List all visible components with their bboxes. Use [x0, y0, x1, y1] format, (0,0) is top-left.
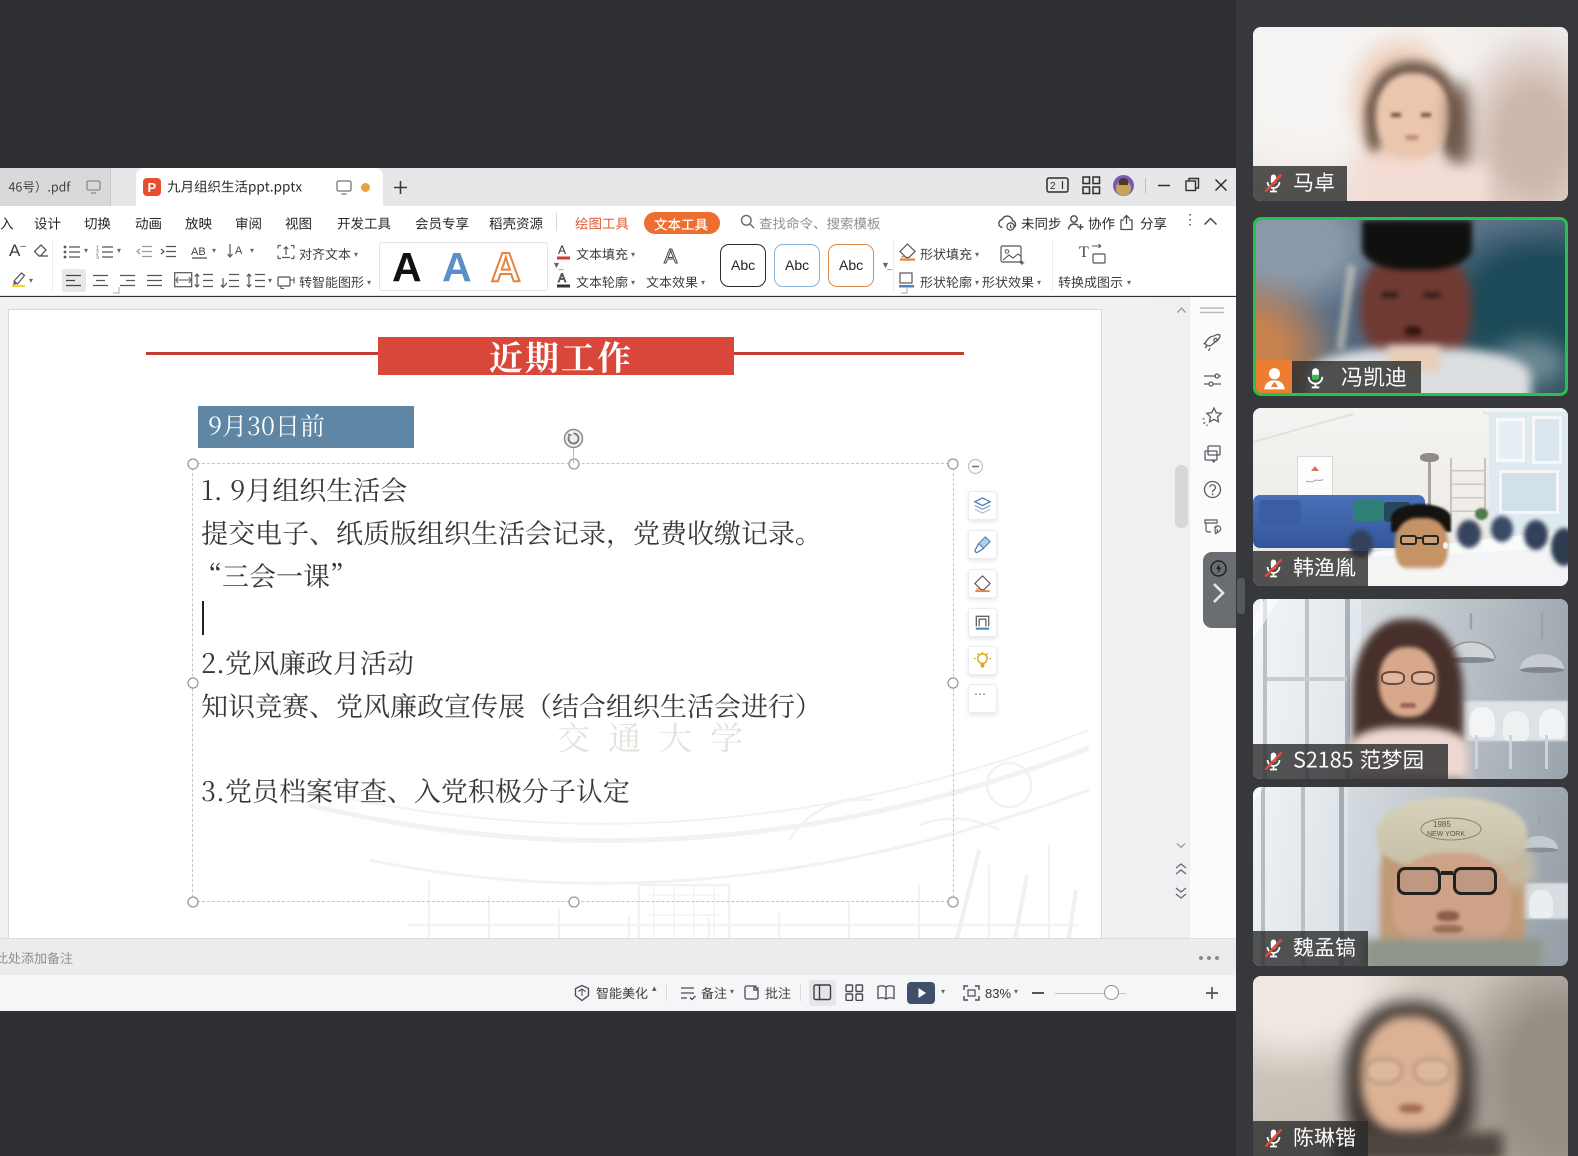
svg-text:AB: AB — [191, 246, 206, 258]
svg-text:3: 3 — [96, 256, 99, 260]
svg-text:A: A — [235, 245, 243, 257]
svg-text:1985: 1985 — [1433, 820, 1451, 829]
svg-text:NEW YORK: NEW YORK — [1427, 831, 1465, 838]
svg-text:2: 2 — [1050, 181, 1056, 192]
svg-text:A: A — [558, 243, 566, 257]
svg-text:T: T — [1079, 244, 1089, 261]
svg-text:A: A — [558, 271, 566, 285]
svg-text:A: A — [664, 246, 678, 268]
